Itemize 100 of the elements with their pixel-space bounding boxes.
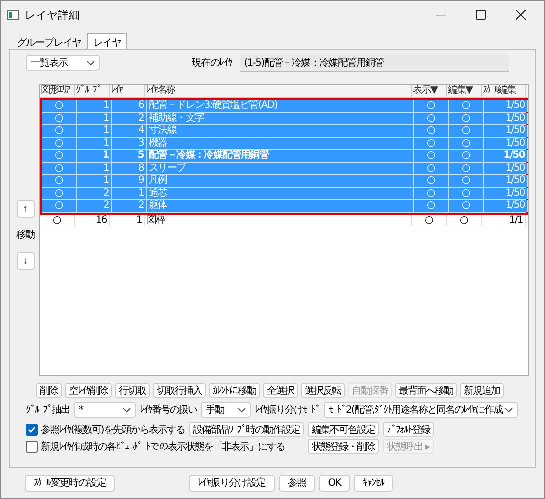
move-label: 移動	[16, 229, 35, 242]
action-button[interactable]: 空ﾚｲﾔ削除	[65, 383, 112, 398]
move-up-button[interactable]: ↑	[16, 200, 34, 218]
table-cell: 通芯	[147, 188, 414, 199]
table-cell: 1/50	[484, 150, 528, 162]
checkbox[interactable]	[26, 440, 38, 452]
settings-button[interactable]: 状態登録・削除	[308, 439, 379, 454]
dialog-button[interactable]: ﾚｲﾔ振り分け設定	[189, 474, 275, 492]
checkbox[interactable]	[26, 424, 38, 436]
table-cell: ○	[42, 100, 77, 112]
table-cell: ○	[414, 138, 449, 149]
caret-icon	[123, 408, 131, 412]
column-header[interactable]: ｸﾞﾙｰﾌﾟ	[75, 85, 110, 97]
table-cell: ○	[40, 214, 75, 226]
table-cell: ○	[449, 138, 484, 149]
caret-icon	[238, 408, 246, 412]
table-cell: 1	[77, 175, 112, 186]
table-cell: ○	[449, 100, 484, 112]
move-down-button[interactable]: ↓	[16, 252, 34, 270]
table-cell: ○	[42, 112, 77, 124]
window-title: レイヤ詳細	[25, 8, 81, 22]
column-header[interactable]: ｽｹｰﾙ編集	[482, 85, 526, 97]
action-button[interactable]: 全選択	[263, 383, 298, 398]
table-cell: ○	[42, 162, 77, 174]
table-cell: ○	[42, 188, 77, 199]
action-button[interactable]: 選択反転	[301, 383, 345, 398]
table-cell: 1/50	[484, 175, 528, 186]
dialog-button[interactable]: OK	[319, 474, 350, 492]
table-cell: 1	[77, 100, 112, 112]
table-cell: ○	[449, 150, 484, 162]
table-cell: 1/50	[484, 125, 528, 136]
action-button[interactable]: 最背面へ移動	[395, 383, 457, 398]
option-dropdown[interactable]: 手動	[201, 402, 251, 418]
table-cell: 1	[77, 112, 112, 124]
table-cell: ○	[449, 162, 484, 174]
table-cell: ○	[414, 100, 449, 112]
column-header[interactable]: 編集▼	[447, 85, 482, 97]
caret-icon	[87, 60, 95, 66]
table-cell: 2	[112, 112, 147, 124]
table-cell: スリーブ	[147, 162, 414, 174]
column-header[interactable]: ﾚｲﾔ	[110, 85, 145, 97]
table-cell: ○	[42, 125, 77, 136]
table-cell: 2	[77, 188, 112, 199]
current-layer-field: (1-5)配管－冷媒：冷媒配管用銅管	[240, 54, 509, 72]
dialog-button[interactable]: 参照	[278, 474, 316, 492]
table-cell: ○	[414, 200, 449, 212]
table-cell: 躯体	[147, 200, 414, 212]
table-cell: 機器	[147, 138, 414, 149]
table-cell: 1	[77, 125, 112, 136]
table-cell: 6	[112, 100, 147, 112]
column-header[interactable]: 図形ｴﾘｱ	[40, 85, 75, 97]
table-cell: ○	[414, 112, 449, 124]
tab[interactable]: グループレイヤ	[11, 33, 88, 49]
table-cell: 2	[77, 200, 112, 212]
option-dropdown[interactable]: *	[74, 402, 136, 418]
action-button[interactable]: 行切取	[115, 383, 150, 398]
table-cell: 5	[112, 150, 147, 162]
close-icon[interactable]	[516, 10, 526, 20]
table-cell: ○	[412, 214, 447, 226]
action-button[interactable]: 新規追加	[460, 383, 504, 398]
tab[interactable]: レイヤ	[87, 33, 128, 49]
table-cell: ○	[42, 150, 77, 162]
action-button[interactable]: 削除	[36, 383, 62, 398]
table-cell: 1/50	[484, 100, 528, 112]
settings-button[interactable]: ﾃﾞﾌｫﾙﾄ登録	[382, 422, 434, 437]
action-button[interactable]: ｶﾚﾝﾄに移動	[209, 383, 260, 398]
table-cell: 凡例	[147, 175, 414, 186]
table-cell: ○	[449, 175, 484, 186]
table-cell: 4	[112, 125, 147, 136]
option-dropdown[interactable]: ﾓｰﾄﾞ2(配管,ﾀﾞｸﾄ用途名称と同名のﾚｲﾔに作成	[324, 402, 518, 418]
view-dropdown[interactable]: 一覧表示	[26, 55, 100, 71]
column-header[interactable]: ﾚｲﾔ名称	[145, 85, 412, 97]
dialog-button[interactable]: ｽｹｰﾙ変更時の設定	[25, 474, 116, 492]
dialog-button[interactable]: ｷｬﾝｾﾙ	[354, 474, 394, 492]
app-icon	[7, 10, 19, 20]
table-cell: 配管－ドレン3:硬質塩ビ管(AD)	[147, 100, 414, 112]
maximize-icon[interactable]	[476, 10, 486, 20]
table-cell: 9	[112, 175, 147, 186]
option-label: ｸﾞﾙｰﾌﾟ抽出	[26, 404, 70, 417]
table-cell: 1/50	[484, 188, 528, 199]
option-label: ﾚｲﾔ番号の扱い	[140, 404, 197, 417]
table-cell: 1	[77, 150, 112, 162]
table-cell: ○	[42, 138, 77, 149]
settings-button[interactable]: 編集不可色設定	[308, 422, 379, 437]
table-cell: ○	[414, 150, 449, 162]
action-button[interactable]: 切取行挿入	[153, 383, 206, 398]
column-header[interactable]: 表示▼	[412, 85, 447, 97]
table-row[interactable]: ○ 16 1 図枠 ○ ○ 1/1	[40, 214, 528, 226]
current-layer-label: 現在のﾚｲﾔ	[192, 57, 232, 70]
table-cell: ○	[449, 200, 484, 212]
table-cell: 寸法線	[147, 125, 414, 136]
table-cell: ○	[414, 125, 449, 136]
settings-button[interactable]: 設備部品ﾜｰﾌﾟ時の動作設定	[188, 422, 304, 437]
caret-icon	[505, 408, 514, 412]
option-label: ﾚｲﾔ振り分けﾓｰﾄﾞ	[255, 404, 320, 417]
table-cell: ○	[449, 125, 484, 136]
table-cell: 16	[75, 214, 110, 226]
table-cell: 3	[112, 138, 147, 149]
checkbox-label: 参照ﾚｲﾔ(複数可)を先頭から表示する	[41, 424, 185, 436]
table-cell: 1	[77, 138, 112, 149]
